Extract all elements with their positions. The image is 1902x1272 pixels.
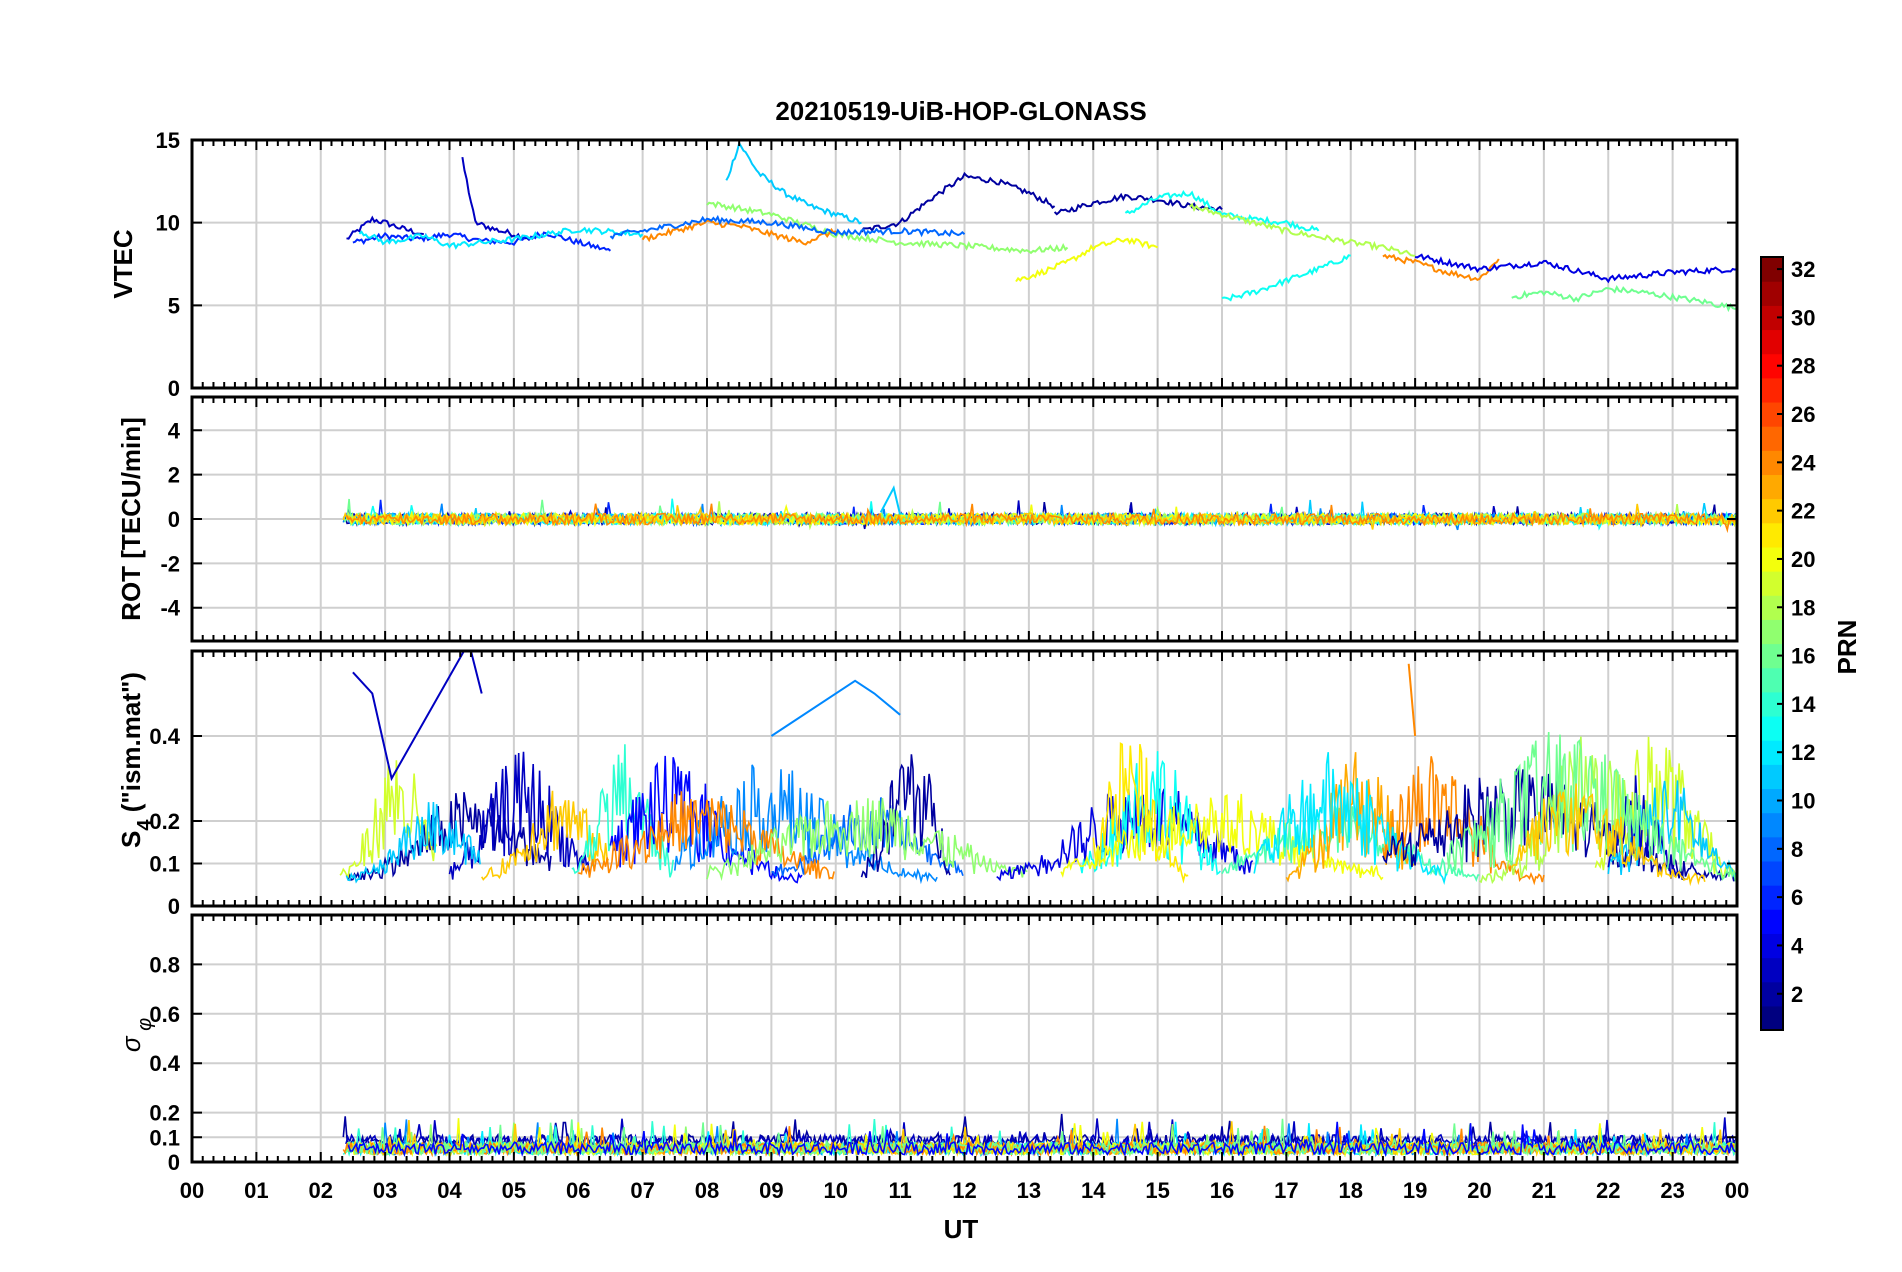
- x-tick-label: 18: [1339, 1178, 1363, 1203]
- y-tick-label: 2: [168, 463, 180, 488]
- colorbar-step: [1761, 860, 1783, 886]
- colorbar-tick-label: 32: [1791, 257, 1815, 282]
- colorbar-step: [1761, 667, 1783, 693]
- colorbar-step: [1761, 281, 1783, 306]
- colorbar-step: [1761, 764, 1783, 790]
- x-tick-label: 22: [1596, 1178, 1620, 1203]
- x-tick-label: 21: [1532, 1178, 1556, 1203]
- colorbar-tick-label: 4: [1791, 933, 1804, 958]
- colorbar-step: [1761, 426, 1783, 451]
- colorbar-step: [1761, 329, 1783, 355]
- chart-title: 20210519-UiB-HOP-GLONASS: [775, 96, 1146, 126]
- y-tick-label: -2: [160, 551, 180, 576]
- x-tick-label: 03: [373, 1178, 397, 1203]
- x-tick-label: 01: [244, 1178, 268, 1203]
- colorbar-step: [1761, 1005, 1783, 1031]
- y-tick-label: 0.1: [149, 852, 180, 877]
- x-tick-label: 20: [1467, 1178, 1491, 1203]
- x-tick-label: 04: [437, 1178, 462, 1203]
- y-tick-label: 5: [168, 293, 180, 318]
- x-tick-label: 00: [1725, 1178, 1749, 1203]
- panels: 051015VTEC-4-2024ROT [TECU/min]00.10.20.…: [108, 128, 1749, 1203]
- colorbar-tick-label: 2: [1791, 982, 1803, 1007]
- panel-4: 00.10.20.40.60.800 01 02 03 04 05 06 07 08 09 10 11…: [116, 913, 1749, 1203]
- y-tick-label: -4: [160, 596, 180, 621]
- colorbar-step: [1761, 909, 1783, 934]
- x-tick-label: 08: [695, 1178, 719, 1203]
- colorbar-step: [1761, 957, 1783, 983]
- colorbar-tick-label: 8: [1791, 837, 1803, 862]
- x-tick-label: 23: [1660, 1178, 1684, 1203]
- colorbar-tick-label: 30: [1791, 305, 1815, 330]
- colorbar-tick-label: 16: [1791, 644, 1815, 669]
- colorbar-tick-label: 6: [1791, 885, 1803, 910]
- panel-2: -4 -2 0 2 4 ROT [TECU/min]: [116, 395, 1739, 643]
- colorbar-tick-label: 18: [1791, 595, 1815, 620]
- y-tick-label: 0.2: [149, 1101, 180, 1126]
- colorbar-label: PRN: [1832, 620, 1862, 675]
- colorbar-tick-label: 12: [1791, 740, 1815, 765]
- x-tick-label: 11: [888, 1178, 911, 1203]
- x-tick-label: 19: [1403, 1178, 1427, 1203]
- x-tick-label: 06: [566, 1178, 590, 1203]
- colorbar-tick-label: 28: [1791, 354, 1815, 379]
- colorbar-step: [1761, 619, 1783, 645]
- y-tick-label: 0: [168, 376, 180, 401]
- y-tick-label: 0: [168, 894, 180, 919]
- y-tick-label: 0.4: [149, 724, 180, 749]
- y-axis-label-rot: ROT [TECU/min]: [116, 417, 146, 621]
- colorbar-step: [1761, 715, 1783, 741]
- colorbar-tick-label: 20: [1791, 547, 1815, 572]
- colorbar-tick-label: 22: [1791, 499, 1815, 524]
- y-tick-label: 0.8: [149, 952, 180, 977]
- colorbar-step: [1761, 522, 1783, 548]
- x-tick-label: 07: [630, 1178, 654, 1203]
- x-tick-label: 17: [1274, 1178, 1298, 1203]
- colorbar-step: [1761, 377, 1783, 403]
- colorbar-tick-label: 26: [1791, 402, 1815, 427]
- colorbar-tick-label: 24: [1791, 450, 1816, 475]
- y-axis-label-vtec: VTEC: [108, 229, 138, 299]
- x-tick-label: 14: [1081, 1178, 1106, 1203]
- y-tick-label: 4: [168, 418, 181, 443]
- x-axis-label: UT: [944, 1214, 979, 1244]
- panel-3: 00.10.20.4S4 ("ism.mat"): [116, 649, 1739, 919]
- x-tick-label: 13: [1017, 1178, 1041, 1203]
- colorbar-step: [1761, 812, 1783, 838]
- x-tick-label: 15: [1145, 1178, 1169, 1203]
- y-tick-label: 10: [156, 211, 180, 236]
- y-tick-label: 15: [156, 128, 180, 153]
- x-tick-label: 05: [502, 1178, 526, 1203]
- y-tick-label: 0.4: [149, 1051, 180, 1076]
- x-tick-label: 10: [824, 1178, 848, 1203]
- y-tick-label: 0: [168, 1150, 180, 1175]
- y-tick-label: 0.1: [149, 1125, 180, 1150]
- colorbar-step: [1761, 474, 1783, 500]
- colorbar-tick-label: 10: [1791, 789, 1815, 814]
- colorbar-step: [1761, 571, 1783, 596]
- x-tick-label: 12: [952, 1178, 976, 1203]
- figure: 20210519-UiB-HOP-GLONASS 051015VTEC-4-20…: [0, 0, 1902, 1272]
- panel-1: 0 5 10 15 VTEC: [108, 128, 1739, 401]
- x-tick-label: 16: [1210, 1178, 1234, 1203]
- y-tick-label: 0: [168, 507, 180, 532]
- colorbar-tick-label: 14: [1791, 692, 1816, 717]
- x-tick-label: 09: [759, 1178, 783, 1203]
- x-tick-label: 02: [309, 1178, 333, 1203]
- x-tick-label: 00: [180, 1178, 204, 1203]
